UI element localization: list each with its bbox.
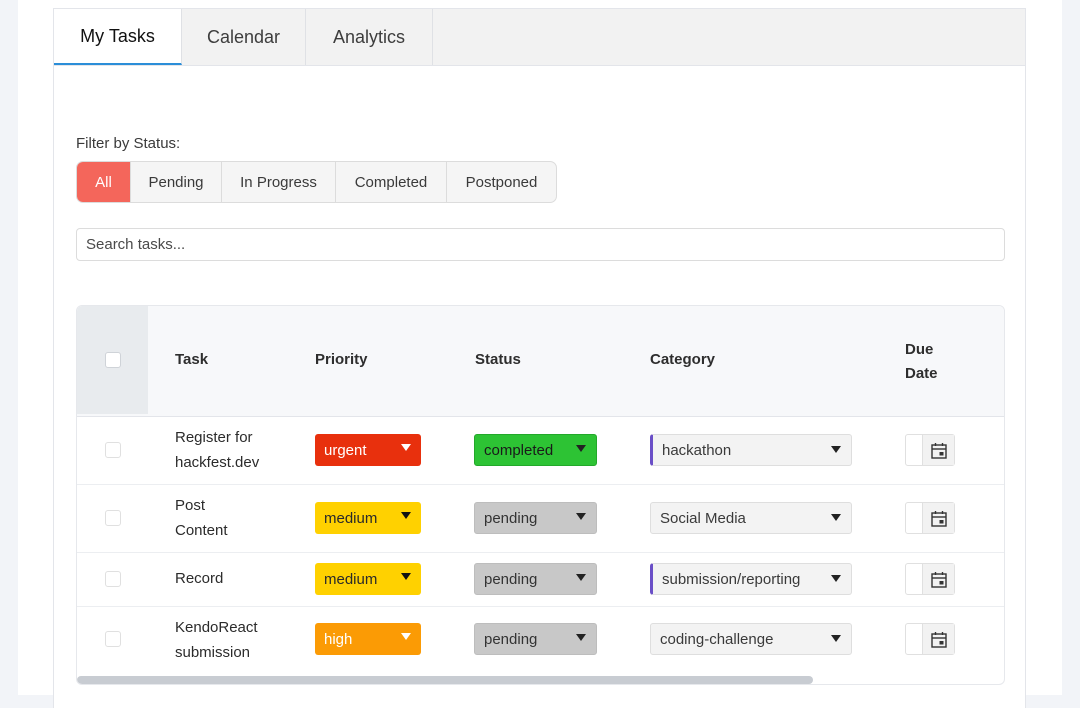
calendar-icon[interactable] [922,435,954,465]
priority-dropdown[interactable]: medium [315,563,421,595]
status-value: pending [484,630,538,648]
table-row: Post Content medium pending Social Media [77,484,1004,553]
chevron-down-icon [576,634,586,641]
task-title: KendoReact submission [175,619,258,661]
task-title: Record [175,570,224,587]
filter-all-button[interactable]: All [77,162,131,202]
search-input[interactable] [76,228,1005,261]
select-all-checkbox[interactable] [105,352,121,368]
tab-my-tasks[interactable]: My Tasks [54,9,182,65]
category-dropdown[interactable]: coding-challenge [650,623,852,655]
category-dropdown[interactable]: hackathon [650,434,852,466]
priority-value: medium [324,509,378,527]
status-dropdown[interactable]: completed [474,434,597,466]
table-row: KendoReact submission high pending codin… [77,606,1004,674]
table-row: Record medium pending submission/reporti… [77,552,1004,607]
chevron-down-icon [831,575,841,582]
due-date-picker[interactable] [905,434,955,466]
table-row: Register for hackfest.dev urgent complet… [77,416,1004,485]
filter-completed-button[interactable]: Completed [336,162,447,202]
due-date-picker[interactable] [905,502,955,534]
task-title: Register for hackfest.dev [175,429,260,471]
chevron-down-icon [401,633,411,640]
category-dropdown[interactable]: submission/reporting [650,563,852,595]
tasks-panel: My Tasks Calendar Analytics Filter by St… [53,8,1026,708]
calendar-icon[interactable] [922,624,954,654]
column-header-status[interactable]: Status [475,351,521,368]
category-dropdown[interactable]: Social Media [650,502,852,534]
category-value: submission/reporting [662,570,801,588]
chevron-down-icon [831,514,841,521]
row-checkbox[interactable] [105,631,121,647]
priority-value: high [324,630,353,648]
column-header-task[interactable]: Task [175,351,208,368]
status-dropdown[interactable]: pending [474,563,597,595]
row-checkbox[interactable] [105,510,121,526]
column-header-category[interactable]: Category [650,351,715,368]
chevron-down-icon [831,446,841,453]
calendar-icon[interactable] [922,503,954,533]
filter-pending-button[interactable]: Pending [131,162,222,202]
calendar-icon[interactable] [922,564,954,594]
tabstrip: My Tasks Calendar Analytics [54,9,1025,66]
priority-dropdown[interactable]: urgent [315,434,421,466]
filter-in-progress-button[interactable]: In Progress [222,162,336,202]
due-date-picker[interactable] [905,623,955,655]
filter-label: Filter by Status: [76,135,181,152]
grid-header: Task Priority Status Category Due Date [77,306,1004,417]
status-value: pending [484,509,538,527]
tab-calendar[interactable]: Calendar [182,9,306,65]
chevron-down-icon [401,512,411,519]
filter-postponed-button[interactable]: Postponed [447,162,556,202]
select-all-cell [77,306,148,414]
column-header-priority[interactable]: Priority [315,351,368,368]
chevron-down-icon [576,574,586,581]
chevron-down-icon [576,513,586,520]
status-dropdown[interactable]: pending [474,502,597,534]
chevron-down-icon [401,444,411,451]
status-value: pending [484,570,538,588]
chevron-down-icon [831,635,841,642]
task-grid: Task Priority Status Category Due Date R… [76,305,1005,685]
row-checkbox[interactable] [105,442,121,458]
chevron-down-icon [401,573,411,580]
task-title: Post Content [175,497,228,539]
category-value: coding-challenge [660,630,774,648]
status-value: completed [484,441,554,459]
priority-dropdown[interactable]: medium [315,502,421,534]
status-dropdown[interactable]: pending [474,623,597,655]
priority-value: urgent [324,441,367,459]
tab-analytics[interactable]: Analytics [306,9,433,65]
status-filter-group: All Pending In Progress Completed Postpo… [76,161,557,203]
category-value: Social Media [660,509,746,527]
due-date-picker[interactable] [905,563,955,595]
chevron-down-icon [576,445,586,452]
priority-dropdown[interactable]: high [315,623,421,655]
priority-value: medium [324,570,378,588]
horizontal-scrollbar[interactable] [77,676,813,684]
category-value: hackathon [662,441,732,459]
column-header-due-date[interactable]: Due Date [905,338,965,386]
row-checkbox[interactable] [105,571,121,587]
